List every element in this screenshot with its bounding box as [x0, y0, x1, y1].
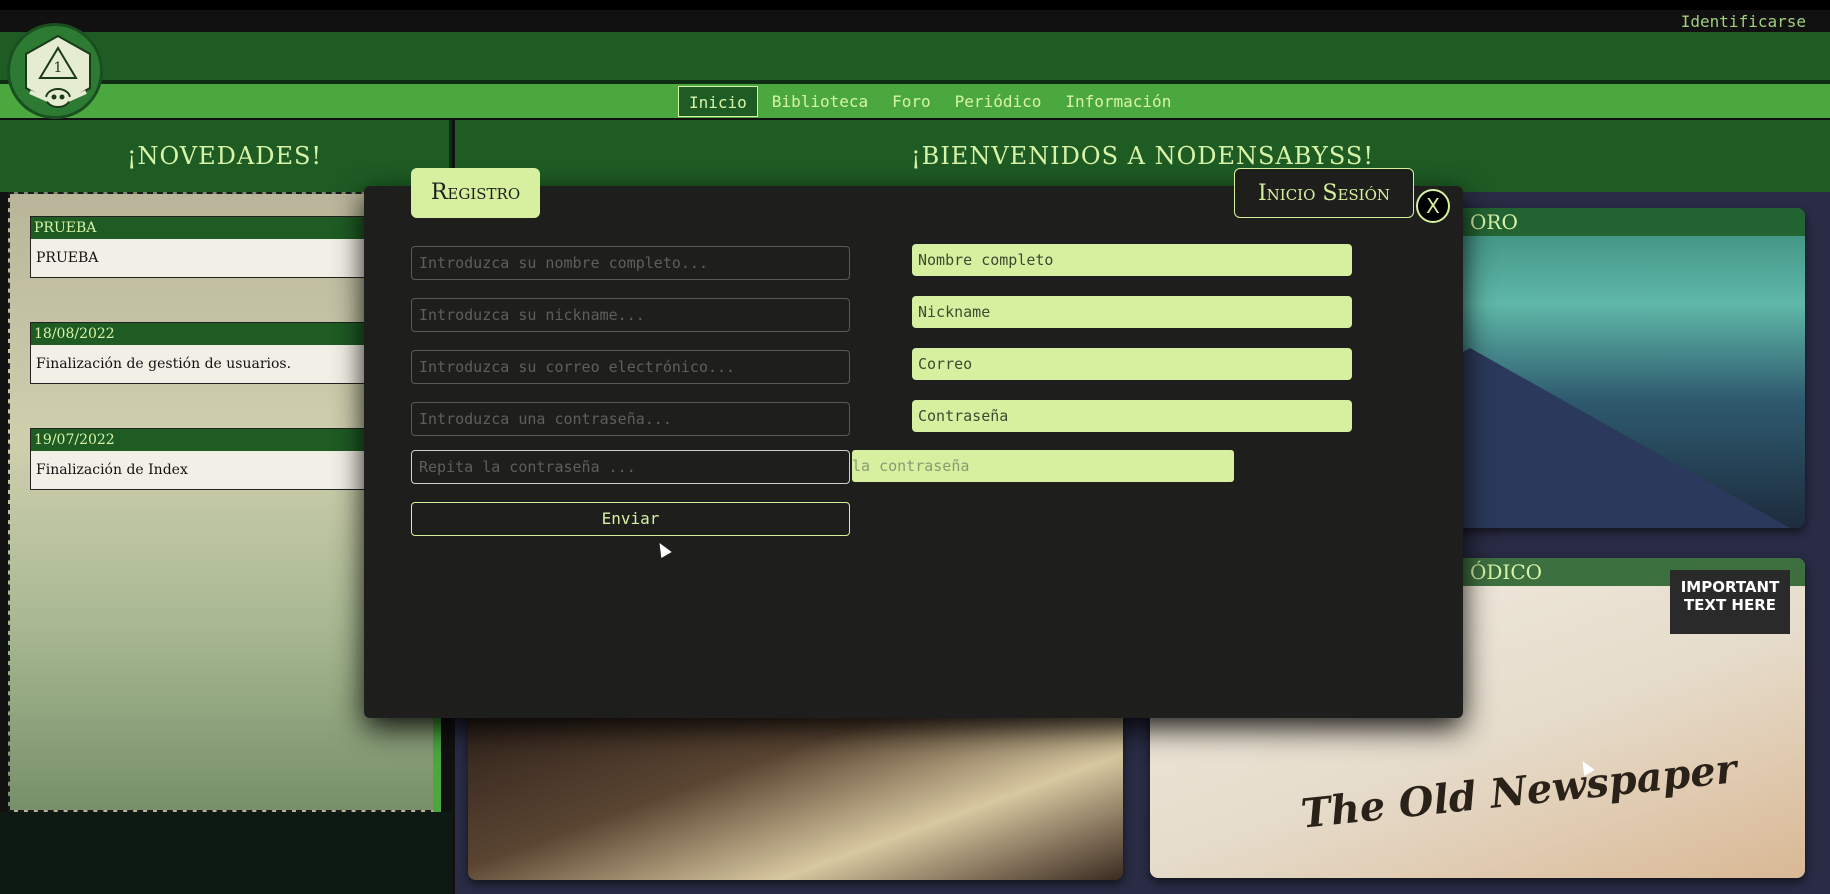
tab-registro[interactable]: Registro [411, 168, 540, 218]
svg-text:1: 1 [54, 60, 63, 76]
left-footer-bg [0, 812, 452, 894]
register-nickname-input[interactable]: Introduzca su nickname... [411, 298, 850, 332]
news-item: PRUEBA PRUEBA [30, 216, 370, 278]
top-bar [0, 10, 1830, 32]
login-nickname-field[interactable]: Nickname [912, 296, 1352, 328]
newspaper-box: IMPORTANT TEXT HERE [1670, 570, 1790, 634]
news-text: PRUEBA [36, 250, 99, 266]
close-modal-button[interactable]: X [1416, 189, 1450, 223]
site-logo[interactable]: 1 [7, 23, 103, 119]
login-link[interactable]: Identificarse [1681, 12, 1806, 31]
news-text: Finalización de Index [36, 462, 188, 478]
transition-ghost-field: la contraseña [852, 450, 1234, 482]
news-text: Finalización de gestión de usuarios. [36, 356, 292, 372]
submit-button[interactable]: Enviar [411, 502, 850, 536]
newspaper-title: The Old Newspaper [1298, 745, 1739, 838]
login-name-field[interactable]: Nombre completo [912, 244, 1352, 276]
nav-item-informacion[interactable]: Información [1055, 86, 1181, 117]
news-section-title: ¡NOVEDADES! [126, 142, 323, 170]
top-strip [0, 0, 1830, 10]
main-nav: Inicio Biblioteca Foro Periódico Informa… [678, 86, 1181, 117]
news-date: 19/07/2022 [31, 429, 369, 451]
register-password-input[interactable]: Introduzca una contraseña... [411, 402, 850, 436]
nav-item-foro[interactable]: Foro [882, 86, 941, 117]
news-section-header: ¡NOVEDADES! [0, 120, 452, 192]
login-email-field[interactable]: Correo [912, 348, 1352, 380]
nav-item-periodico[interactable]: Periódico [945, 86, 1052, 117]
welcome-section-header: ¡BIENVENIDOS A NODENSABYSS! [455, 120, 1830, 192]
tab-inicio-sesion[interactable]: Inicio Sesión [1234, 168, 1414, 218]
header-band [0, 32, 1830, 80]
welcome-title: ¡BIENVENIDOS A NODENSABYSS! [911, 142, 1374, 170]
nav-item-inicio[interactable]: Inicio [678, 86, 758, 117]
news-date: PRUEBA [31, 217, 369, 239]
login-password-field[interactable]: Contraseña [912, 400, 1352, 432]
news-date: 18/08/2022 [31, 323, 369, 345]
news-item: 19/07/2022 Finalización de Index [30, 428, 370, 490]
biblioteca-card[interactable] [468, 700, 1123, 880]
register-email-input[interactable]: Introduzca su correo electrónico... [411, 350, 850, 384]
nav-item-biblioteca[interactable]: Biblioteca [762, 86, 878, 117]
news-item: 18/08/2022 Finalización de gestión de us… [30, 322, 370, 384]
register-name-input[interactable]: Introduzca su nombre completo... [411, 246, 850, 280]
register-repeat-password-input[interactable]: Repita la contraseña ... [411, 450, 850, 484]
